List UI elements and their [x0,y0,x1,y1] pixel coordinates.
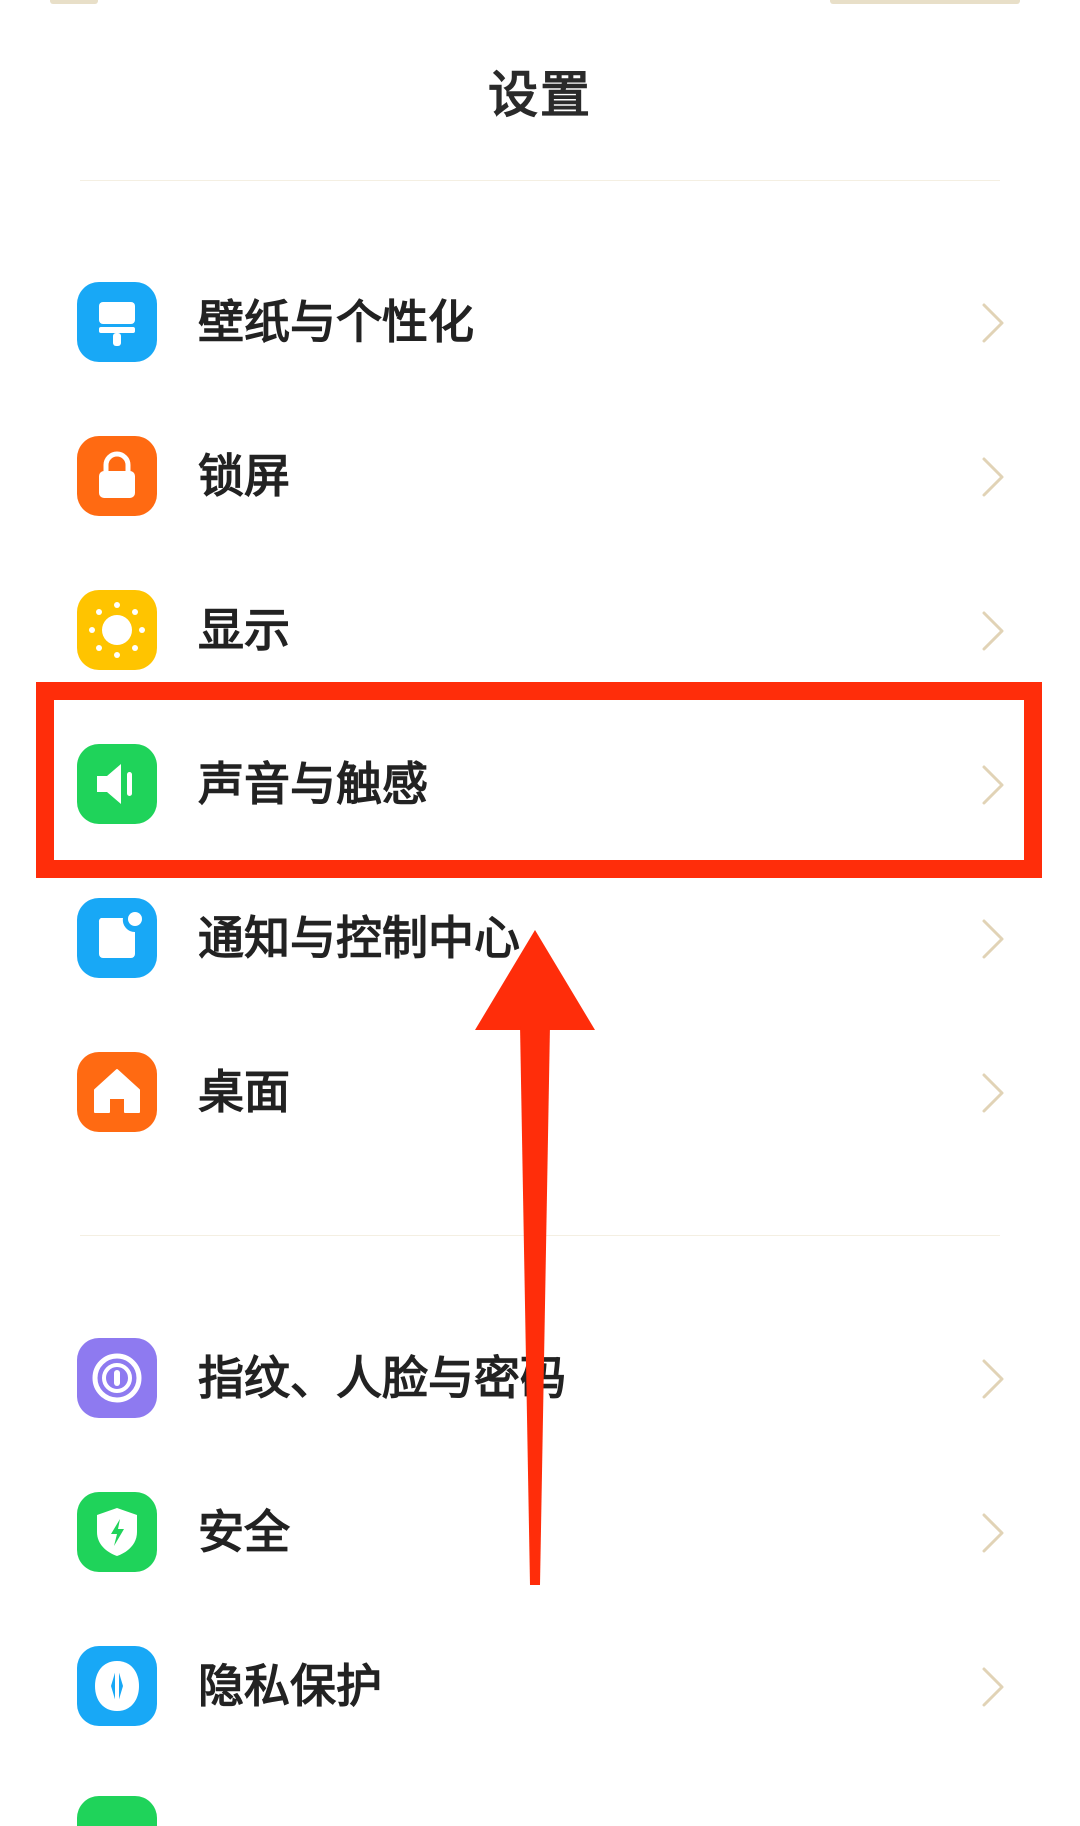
settings-item-label: 桌面 [198,1065,290,1119]
chevron-right-icon [972,609,1012,653]
settings-item-lockscreen[interactable]: 锁屏 [0,401,1080,551]
settings-item-wallpaper[interactable]: 壁纸与个性化 [0,247,1080,397]
chevron-right-icon [972,1511,1012,1555]
chevron-right-icon [972,455,1012,499]
settings-item-label: 安全 [198,1505,290,1559]
notification-icon [77,898,157,978]
chevron-right-icon [972,1071,1012,1115]
next-item-icon-partial [77,1796,157,1826]
chevron-right-icon [972,917,1012,961]
settings-item-label: 壁纸与个性化 [198,295,474,349]
group-divider [80,1235,1000,1236]
speaker-icon [77,744,157,824]
chevron-right-icon [972,1665,1012,1709]
privacy-icon [77,1646,157,1726]
settings-item-display[interactable]: 显示 [0,555,1080,705]
sun-display-icon [77,590,157,670]
settings-item-sound[interactable]: 声音与触感 [0,709,1080,859]
lock-icon [77,436,157,516]
settings-item-notifications[interactable]: 通知与控制中心 [0,863,1080,1013]
home-icon [77,1052,157,1132]
page-title: 设置 [488,66,592,124]
settings-item-fingerprint[interactable]: 指纹、人脸与密码 [0,1303,1080,1453]
settings-item-desktop[interactable]: 桌面 [0,1017,1080,1167]
status-bar-left-stub [50,0,98,4]
settings-item-security[interactable]: 安全 [0,1457,1080,1607]
settings-item-privacy[interactable]: 隐私保护 [0,1611,1080,1761]
settings-item-label: 指纹、人脸与密码 [198,1351,566,1405]
settings-item-label: 显示 [198,603,290,657]
wallpaper-brush-icon [77,282,157,362]
settings-item-label: 声音与触感 [198,757,428,811]
settings-item-label: 锁屏 [198,449,290,503]
fingerprint-icon [77,1338,157,1418]
status-bar-right-stub [830,0,1020,4]
header-divider [80,180,1000,181]
chevron-right-icon [972,1357,1012,1401]
shield-icon [77,1492,157,1572]
settings-item-label: 隐私保护 [198,1659,382,1713]
chevron-right-icon [972,301,1012,345]
settings-item-label: 通知与控制中心 [198,911,520,965]
chevron-right-icon [972,763,1012,807]
